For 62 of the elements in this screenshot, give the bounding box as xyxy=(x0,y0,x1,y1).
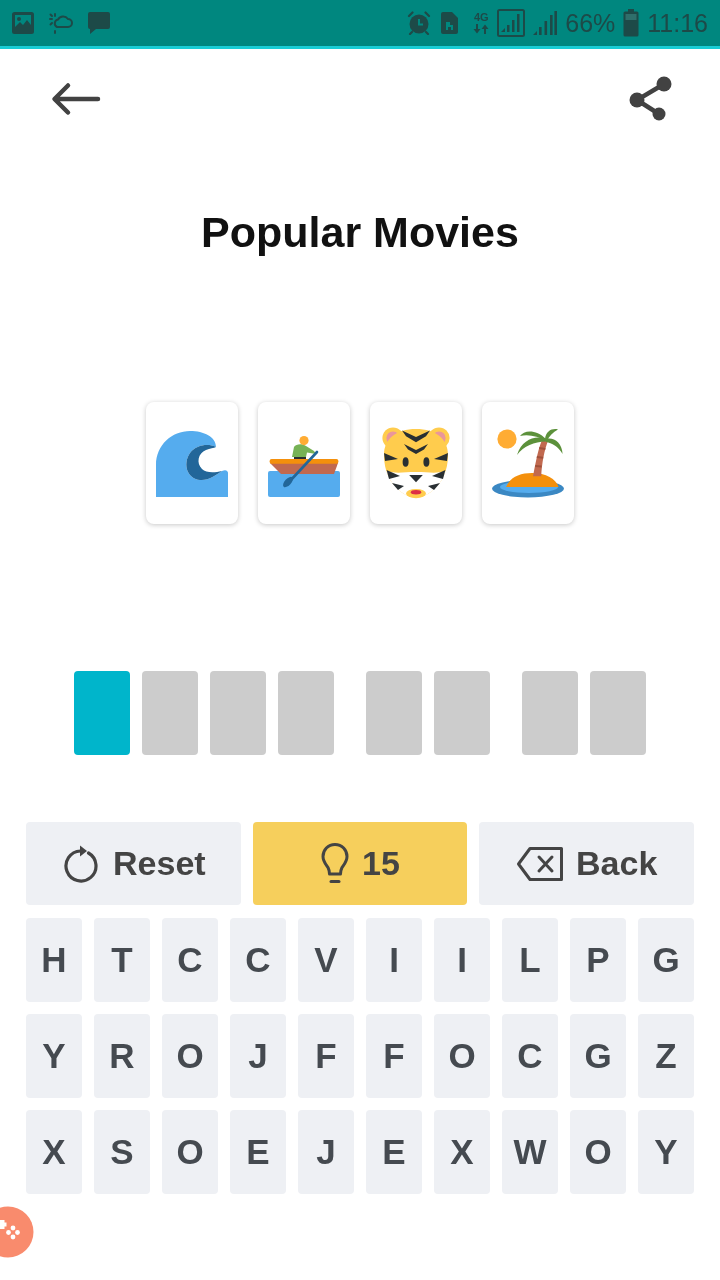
letter-key[interactable]: X xyxy=(434,1110,490,1194)
page-title: Popular Movies xyxy=(200,207,520,257)
letter-key[interactable]: T xyxy=(94,918,150,1002)
letter-key[interactable]: Z xyxy=(638,1014,694,1098)
palm-island-icon xyxy=(492,427,564,499)
letter-key[interactable]: F xyxy=(366,1014,422,1098)
letter-key[interactable]: R xyxy=(94,1014,150,1098)
answer-box[interactable] xyxy=(434,671,490,755)
floating-button[interactable] xyxy=(0,1206,34,1258)
letter-key[interactable]: V xyxy=(298,918,354,1002)
back-arrow-icon[interactable] xyxy=(51,82,101,116)
alarm-clock-icon xyxy=(407,11,432,35)
share-icon[interactable] xyxy=(629,76,673,122)
weather-icon xyxy=(48,12,74,34)
data-arrows-icon xyxy=(473,24,490,34)
letter-key[interactable]: G xyxy=(570,1014,626,1098)
reset-button[interactable]: Reset xyxy=(26,822,241,905)
letter-key[interactable]: I xyxy=(434,918,490,1002)
answer-box[interactable] xyxy=(590,671,646,755)
letter-key[interactable]: I xyxy=(366,918,422,1002)
letter-key[interactable]: O xyxy=(434,1014,490,1098)
letter-key[interactable]: C xyxy=(162,918,218,1002)
sim-card-icon xyxy=(439,11,460,35)
lightbulb-icon xyxy=(320,841,351,886)
answer-box[interactable] xyxy=(142,671,198,755)
answer-box[interactable] xyxy=(210,671,266,755)
letter-key[interactable]: L xyxy=(502,918,558,1002)
tiger-face-icon xyxy=(380,427,452,499)
letter-key[interactable]: F xyxy=(298,1014,354,1098)
answer-box[interactable] xyxy=(74,671,130,755)
image-icon xyxy=(11,11,35,35)
clock-time: 11:16 xyxy=(647,9,708,37)
letter-key[interactable]: E xyxy=(366,1110,422,1194)
letter-key[interactable]: P xyxy=(570,918,626,1002)
letter-key[interactable]: J xyxy=(298,1110,354,1194)
letter-key[interactable]: C xyxy=(230,918,286,1002)
letter-key[interactable]: W xyxy=(502,1110,558,1194)
letter-key[interactable]: S xyxy=(94,1110,150,1194)
letter-key[interactable]: Y xyxy=(26,1014,82,1098)
signal-bars-icon xyxy=(533,10,558,36)
answer-box[interactable] xyxy=(278,671,334,755)
letter-key[interactable]: Y xyxy=(638,1110,694,1194)
letter-key[interactable]: C xyxy=(502,1014,558,1098)
answer-box[interactable] xyxy=(366,671,422,755)
dots-icon xyxy=(0,1220,20,1240)
letter-key[interactable]: G xyxy=(638,918,694,1002)
letter-key[interactable]: O xyxy=(162,1014,218,1098)
network-type: 4G xyxy=(473,12,489,23)
message-icon xyxy=(87,11,111,35)
letter-key[interactable]: E xyxy=(230,1110,286,1194)
signal-icon xyxy=(497,9,526,37)
battery-icon xyxy=(623,9,640,37)
letter-key[interactable]: J xyxy=(230,1014,286,1098)
letter-key[interactable]: H xyxy=(26,918,82,1002)
letter-key[interactable]: O xyxy=(570,1110,626,1194)
letter-key[interactable]: O xyxy=(162,1110,218,1194)
answer-box[interactable] xyxy=(522,671,578,755)
battery-percentage: 66% xyxy=(565,9,616,37)
backspace-icon xyxy=(516,845,565,882)
backspace-button[interactable]: Back xyxy=(479,822,694,905)
hint-button[interactable]: 15 xyxy=(252,822,468,905)
letter-key[interactable]: X xyxy=(26,1110,82,1194)
